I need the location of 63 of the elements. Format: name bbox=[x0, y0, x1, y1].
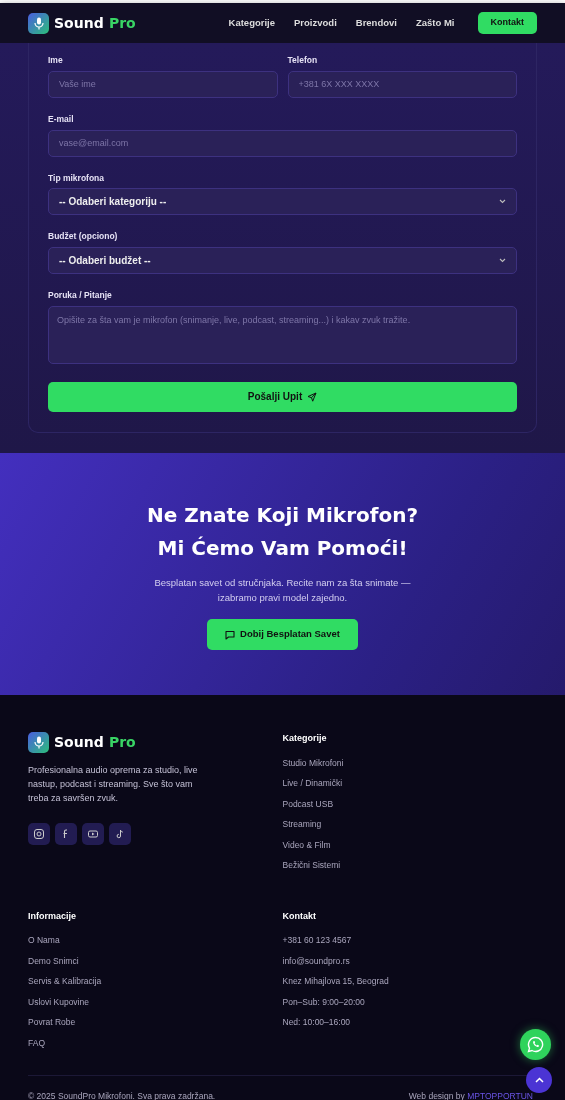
footer-link[interactable]: Pon–Sub: 9:00–20:00 bbox=[282, 995, 365, 1008]
facebook-icon[interactable] bbox=[55, 823, 77, 845]
footer-link[interactable]: Live / Dinamički bbox=[282, 777, 343, 789]
nav-link[interactable]: Brendovi bbox=[355, 15, 397, 31]
footer-link[interactable]: Servis & Kalibracija bbox=[28, 975, 102, 987]
submit-button[interactable]: Pošalji Upit bbox=[48, 381, 517, 412]
field-label: Poruka / Pitanje bbox=[48, 289, 113, 302]
footer-link[interactable]: info@soundpro.rs bbox=[282, 954, 350, 967]
field-label: E-mail bbox=[48, 112, 75, 126]
logo-icon bbox=[28, 12, 49, 34]
copyright-text: © 2025 SoundPro Mikrofoni. Sva prava zadržana. bbox=[28, 1090, 216, 1100]
select-field[interactable]: -- Odaberi budžet -- bbox=[48, 247, 517, 274]
advice-button[interactable]: Dobij Besplatan Savet bbox=[207, 619, 358, 650]
input-field[interactable]: +381 6X XXX XXXX bbox=[287, 70, 517, 98]
nav-link[interactable]: Proizvodi bbox=[294, 15, 337, 31]
nav-link[interactable]: Kategorije bbox=[228, 15, 275, 31]
input-field[interactable]: vase@email.com bbox=[48, 129, 517, 157]
field-label: Tip mikrofona bbox=[48, 171, 106, 185]
chevron-down-icon bbox=[499, 258, 506, 263]
cta-heading: Mi Ćemo Vam Pomoći! bbox=[156, 535, 409, 562]
brand-name[interactable]: Pro bbox=[108, 14, 136, 31]
select-field[interactable]: -- Odaberi kategoriju -- bbox=[48, 188, 517, 216]
instagram-icon[interactable] bbox=[28, 823, 50, 845]
scroll-top-button[interactable] bbox=[526, 1067, 552, 1093]
brand-name[interactable]: Sound bbox=[54, 734, 104, 750]
chevron-up-icon bbox=[534, 1077, 544, 1083]
footer-link[interactable]: Studio Mikrofoni bbox=[282, 756, 344, 769]
footer-link[interactable]: Demo Snimci bbox=[28, 954, 79, 967]
footer-link[interactable]: Video & Film bbox=[282, 838, 331, 851]
contact-button[interactable]: Kontakt bbox=[477, 12, 537, 34]
nav-link[interactable]: Zašto Mi bbox=[415, 15, 455, 31]
logo-icon bbox=[28, 732, 49, 753]
footer-link[interactable]: Knez Mihajlova 15, Beograd bbox=[282, 975, 389, 987]
message-field[interactable]: Opišite za šta vam je mikrofon (snimanje, live, podcast, streaming...) i kakav zvuk tražite. bbox=[48, 305, 517, 364]
footer-link[interactable]: O Nama bbox=[28, 934, 60, 946]
cta-text: Besplatan savet od stručnjaka. Recite nam za šta snimate — izabramo pravi model zajedno. bbox=[153, 576, 412, 605]
credit-link[interactable]: MPTOPPORTUN bbox=[467, 1091, 533, 1100]
footer-link[interactable]: Povrat Robe bbox=[28, 1016, 76, 1028]
chat-icon[interactable] bbox=[520, 1029, 551, 1060]
footer-heading: Informacije bbox=[28, 909, 77, 923]
footer-link[interactable]: Streaming bbox=[282, 818, 322, 830]
chat-bubble-icon bbox=[225, 629, 236, 640]
footer-heading: Kontakt bbox=[282, 909, 317, 923]
field-label: Ime bbox=[48, 54, 64, 67]
youtube-icon[interactable] bbox=[82, 823, 104, 845]
cta-heading: Ne Znate Koji Mikrofon? bbox=[145, 502, 420, 529]
footer-link[interactable]: Podcast USB bbox=[282, 797, 334, 810]
footer-link[interactable]: Uslovi Kupovine bbox=[28, 995, 89, 1008]
brand-name[interactable]: Pro bbox=[108, 734, 136, 750]
brand-name[interactable]: Sound bbox=[54, 14, 104, 31]
credit-text: Web design by bbox=[408, 1091, 465, 1100]
footer-link[interactable]: Ned: 10:00–16:00 bbox=[282, 1016, 351, 1028]
footer-description: Profesionalna audio oprema za studio, live nastup, podcast i streaming. Sve što vam treba za savršen zvuk. bbox=[28, 764, 198, 805]
footer-heading: Kategorije bbox=[282, 732, 328, 745]
footer-link[interactable]: Bežični Sistemi bbox=[282, 859, 341, 871]
field-label: Telefon bbox=[287, 54, 319, 67]
send-icon bbox=[307, 391, 318, 402]
footer-link[interactable]: FAQ bbox=[28, 1036, 45, 1049]
tiktok-icon[interactable] bbox=[109, 823, 131, 845]
field-label: Budžet (opciono) bbox=[48, 230, 119, 243]
footer-link[interactable]: +381 60 123 4567 bbox=[282, 934, 352, 946]
chevron-down-icon bbox=[499, 199, 506, 205]
input-field[interactable]: Vaše ime bbox=[48, 70, 278, 98]
